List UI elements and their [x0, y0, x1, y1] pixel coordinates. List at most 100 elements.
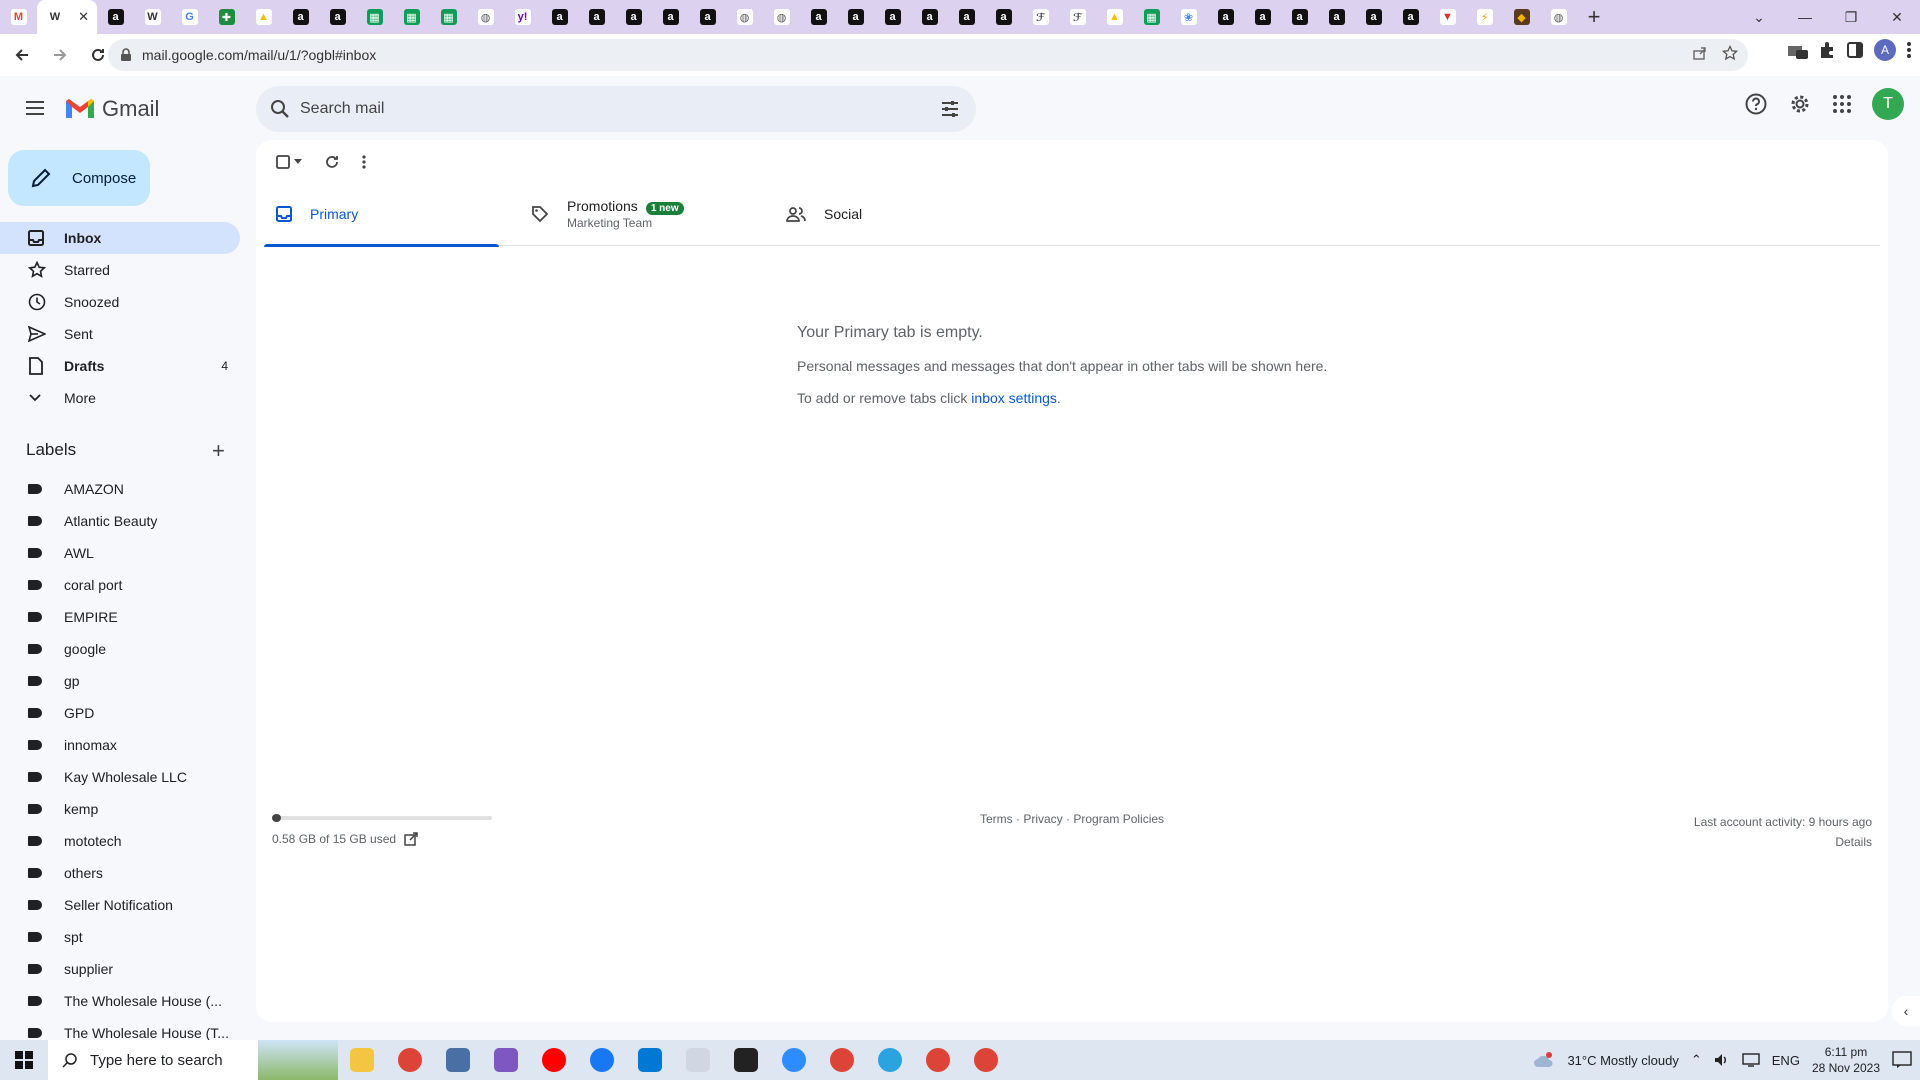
taskbar-app[interactable]	[578, 1040, 626, 1080]
notification-center-icon[interactable]	[1892, 1051, 1912, 1069]
taskbar-app[interactable]	[674, 1040, 722, 1080]
tab-social[interactable]: Social	[774, 182, 1009, 246]
restore-icon[interactable]: ❐	[1828, 0, 1874, 34]
search-icon[interactable]	[270, 99, 290, 119]
browser-tab[interactable]: a	[1318, 0, 1355, 34]
label-item[interactable]: Atlantic Beauty	[0, 505, 240, 537]
nav-item-more[interactable]: More	[0, 382, 240, 414]
terms-link[interactable]: Terms	[980, 812, 1013, 826]
browser-tab[interactable]: ▦	[430, 0, 467, 34]
label-item[interactable]: Kay Wholesale LLC	[0, 761, 240, 793]
tray-chevron-icon[interactable]: ⌃	[1691, 1052, 1702, 1068]
tab-primary[interactable]: Primary	[264, 182, 499, 247]
browser-tab[interactable]: ◍	[763, 0, 800, 34]
nav-item-snoozed[interactable]: Snoozed	[0, 286, 240, 318]
taskbar-app[interactable]	[530, 1040, 578, 1080]
label-item[interactable]: mototech	[0, 825, 240, 857]
compose-button[interactable]: Compose	[8, 150, 150, 206]
main-menu-icon[interactable]	[20, 96, 50, 120]
select-checkbox-icon[interactable]	[276, 155, 302, 169]
taskbar-app[interactable]	[770, 1040, 818, 1080]
browser-tab[interactable]: ▼	[1429, 0, 1466, 34]
settings-gear-icon[interactable]	[1788, 92, 1812, 116]
language-indicator[interactable]: ENG	[1772, 1053, 1800, 1068]
browser-tab[interactable]: a	[578, 0, 615, 34]
taskbar-app[interactable]	[626, 1040, 674, 1080]
browser-tab[interactable]: a	[911, 0, 948, 34]
browser-tab[interactable]: ℱ	[1059, 0, 1096, 34]
browser-tab[interactable]: ❀	[1170, 0, 1207, 34]
taskbar-search-input[interactable]: Type here to search	[90, 1052, 223, 1069]
browser-tab[interactable]: ◆	[1503, 0, 1540, 34]
side-panel-toggle-icon[interactable]: ‹	[1892, 996, 1920, 1026]
tab-search-icon[interactable]: ⌄	[1736, 0, 1782, 34]
browser-tab[interactable]: G	[171, 0, 208, 34]
gmail-logo[interactable]: Gmail	[64, 96, 159, 122]
label-item[interactable]: gp	[0, 665, 240, 697]
create-label-icon[interactable]: +	[212, 438, 225, 464]
browser-tab[interactable]: ▲	[1096, 0, 1133, 34]
tab-promotions[interactable]: Promotions 1 new Marketing Team	[519, 182, 754, 246]
browser-tab[interactable]: a	[985, 0, 1022, 34]
search-options-icon[interactable]	[940, 99, 960, 119]
browser-tab[interactable]: a	[97, 0, 134, 34]
browser-tab[interactable]: a	[1281, 0, 1318, 34]
search-bar[interactable]: Search mail	[256, 86, 976, 132]
refresh-icon[interactable]	[324, 154, 340, 170]
clock[interactable]: 6:11 pm 28 Nov 2023	[1812, 1044, 1880, 1076]
support-help-icon[interactable]	[1744, 92, 1768, 116]
label-item[interactable]: The Wholesale House (...	[0, 985, 240, 1017]
open-external-icon[interactable]	[404, 832, 418, 846]
label-item[interactable]: AWL	[0, 537, 240, 569]
label-item[interactable]: innomax	[0, 729, 240, 761]
back-icon[interactable]	[6, 39, 38, 71]
taskbar-app[interactable]	[386, 1040, 434, 1080]
extensions-puzzle-icon[interactable]	[1818, 41, 1836, 59]
browser-tab[interactable]: a	[652, 0, 689, 34]
browser-tab[interactable]: a	[874, 0, 911, 34]
browser-tab[interactable]: y!	[504, 0, 541, 34]
label-item[interactable]: coral port	[0, 569, 240, 601]
nav-item-drafts[interactable]: Drafts 4	[0, 350, 240, 382]
share-icon[interactable]	[1692, 45, 1708, 61]
browser-tab[interactable]: a	[1392, 0, 1429, 34]
label-item[interactable]: Seller Notification	[0, 889, 240, 921]
browser-tab[interactable]: a	[1207, 0, 1244, 34]
browser-tab[interactable]: a	[837, 0, 874, 34]
volume-icon[interactable]	[1714, 1052, 1730, 1068]
more-options-icon[interactable]	[362, 155, 366, 169]
taskbar-app[interactable]	[962, 1040, 1010, 1080]
side-panel-icon[interactable]	[1846, 41, 1864, 59]
close-window-icon[interactable]: ✕	[1874, 0, 1920, 34]
taskbar-app[interactable]	[818, 1040, 866, 1080]
taskbar-app[interactable]	[482, 1040, 530, 1080]
weather-text[interactable]: 31°C Mostly cloudy	[1567, 1053, 1678, 1068]
browser-tab[interactable]: W ✕	[37, 0, 97, 34]
browser-tab[interactable]: ◍	[1540, 0, 1577, 34]
network-icon[interactable]	[1742, 1052, 1760, 1068]
label-item[interactable]: kemp	[0, 793, 240, 825]
new-tab-icon[interactable]: +	[1577, 0, 1611, 34]
taskbar-search[interactable]: Type here to search	[48, 1040, 338, 1080]
minimize-icon[interactable]: —	[1782, 0, 1828, 34]
browser-tab[interactable]: ⚡	[1466, 0, 1503, 34]
close-tab-icon[interactable]: ✕	[78, 9, 89, 25]
forward-icon[interactable]	[44, 39, 76, 71]
browser-tab[interactable]: a	[800, 0, 837, 34]
browser-tab[interactable]: ✚	[208, 0, 245, 34]
windows-start-icon[interactable]	[0, 1040, 48, 1080]
program-policies-link[interactable]: Program Policies	[1073, 812, 1164, 826]
browser-tab[interactable]: ◍	[726, 0, 763, 34]
browser-tab[interactable]: ▦	[1133, 0, 1170, 34]
browser-tab[interactable]: a	[319, 0, 356, 34]
chrome-menu-icon[interactable]	[1906, 41, 1912, 59]
lock-icon[interactable]	[120, 48, 132, 62]
inbox-settings-link[interactable]: inbox settings	[971, 390, 1057, 406]
extension-off-icon[interactable]	[1786, 41, 1808, 59]
browser-tab[interactable]: a	[1244, 0, 1281, 34]
label-item[interactable]: GPD	[0, 697, 240, 729]
google-apps-icon[interactable]	[1832, 94, 1852, 114]
taskbar-app[interactable]	[434, 1040, 482, 1080]
taskbar-app[interactable]	[866, 1040, 914, 1080]
nav-item-starred[interactable]: Starred	[0, 254, 240, 286]
